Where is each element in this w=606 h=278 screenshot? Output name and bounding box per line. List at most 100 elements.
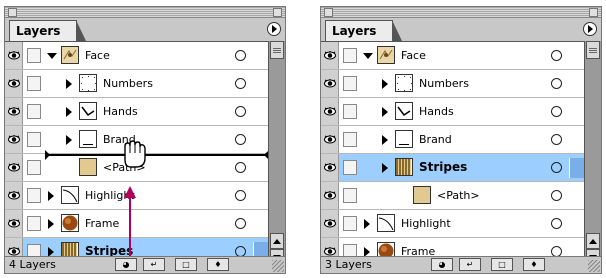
make-clipping-mask-icon[interactable]: ◕: [431, 258, 453, 271]
scroll-up-button[interactable]: [586, 233, 600, 249]
visibility-toggle[interactable]: [5, 210, 23, 237]
layer-row[interactable]: Face: [5, 42, 269, 70]
resize-grip-icon[interactable]: [272, 260, 284, 272]
visibility-toggle[interactable]: [5, 126, 23, 153]
visibility-toggle[interactable]: [5, 42, 23, 69]
lock-toggle[interactable]: [27, 160, 41, 175]
lock-toggle[interactable]: [27, 48, 41, 63]
trash-icon[interactable]: ♦: [523, 258, 545, 271]
scroll-thumb[interactable]: [586, 41, 600, 59]
visibility-toggle[interactable]: [5, 154, 23, 181]
close-box-icon[interactable]: [8, 8, 17, 17]
layer-row[interactable]: Frame: [5, 210, 269, 238]
layer-row[interactable]: Face: [321, 42, 585, 70]
target-circle-icon[interactable]: [235, 162, 246, 173]
layer-name: Numbers: [419, 77, 469, 90]
collapse-triangle-icon[interactable]: [66, 79, 72, 89]
make-clipping-mask-icon[interactable]: ◕: [115, 258, 137, 271]
layer-row[interactable]: Numbers: [5, 70, 269, 98]
zoom-box-icon[interactable]: [589, 8, 598, 17]
new-sublayer-icon[interactable]: ↵: [143, 258, 165, 271]
layer-row[interactable]: Stripes: [321, 154, 585, 182]
visibility-toggle[interactable]: [321, 154, 339, 181]
visibility-toggle[interactable]: [321, 70, 339, 97]
grab-hand-icon: [124, 140, 146, 168]
visibility-toggle[interactable]: [321, 98, 339, 125]
resize-grip-icon[interactable]: [588, 260, 600, 272]
vertical-scrollbar[interactable]: [268, 41, 285, 265]
lock-toggle[interactable]: [343, 160, 357, 175]
eye-icon: [8, 107, 20, 116]
scroll-thumb[interactable]: [270, 41, 284, 59]
target-circle-icon[interactable]: [235, 134, 246, 145]
palette-menu-icon[interactable]: [583, 22, 597, 36]
layer-name: Brand: [419, 133, 452, 146]
collapse-triangle-icon[interactable]: [382, 107, 388, 117]
scroll-up-button[interactable]: [270, 233, 284, 249]
visibility-toggle[interactable]: [321, 210, 339, 237]
lock-toggle[interactable]: [343, 188, 357, 203]
lock-toggle[interactable]: [343, 216, 357, 231]
visibility-toggle[interactable]: [321, 126, 339, 153]
tab-layers[interactable]: Layers: [325, 20, 403, 41]
target-circle-icon[interactable]: [551, 106, 562, 117]
new-layer-icon[interactable]: □: [175, 258, 197, 271]
collapse-triangle-icon[interactable]: [382, 163, 388, 173]
layer-row[interactable]: Numbers: [321, 70, 585, 98]
target-circle-icon[interactable]: [551, 78, 562, 89]
new-layer-icon[interactable]: □: [491, 258, 513, 271]
eye-icon: [324, 219, 336, 228]
target-circle-icon[interactable]: [235, 78, 246, 89]
target-circle-icon[interactable]: [235, 106, 246, 117]
lock-toggle[interactable]: [343, 48, 357, 63]
close-box-icon[interactable]: [324, 8, 333, 17]
lock-toggle[interactable]: [343, 132, 357, 147]
new-sublayer-icon[interactable]: ↵: [459, 258, 481, 271]
collapse-triangle-icon[interactable]: [66, 135, 72, 145]
drag-up-arrow-icon: [124, 186, 136, 258]
trash-icon[interactable]: ♦: [207, 258, 229, 271]
palette-title-bar[interactable]: [321, 7, 601, 18]
palette-menu-icon[interactable]: [267, 22, 281, 36]
lock-toggle[interactable]: [27, 216, 41, 231]
collapse-triangle-icon[interactable]: [382, 79, 388, 89]
layer-row[interactable]: Highlight: [5, 182, 269, 210]
visibility-toggle[interactable]: [321, 42, 339, 69]
lock-toggle[interactable]: [343, 76, 357, 91]
target-circle-icon[interactable]: [551, 50, 562, 61]
tab-layers[interactable]: Layers: [9, 20, 87, 41]
lock-toggle[interactable]: [27, 76, 41, 91]
lock-toggle[interactable]: [27, 188, 41, 203]
layer-row[interactable]: Hands: [5, 98, 269, 126]
lock-toggle[interactable]: [27, 132, 41, 147]
collapse-triangle-icon[interactable]: [66, 107, 72, 117]
collapse-triangle-icon[interactable]: [48, 219, 54, 229]
target-circle-icon[interactable]: [235, 218, 246, 229]
lock-toggle[interactable]: [27, 104, 41, 119]
layer-row[interactable]: Hands: [321, 98, 585, 126]
target-circle-icon[interactable]: [551, 190, 562, 201]
target-circle-icon[interactable]: [551, 134, 562, 145]
collapse-triangle-icon[interactable]: [382, 135, 388, 145]
visibility-toggle[interactable]: [5, 98, 23, 125]
target-circle-icon[interactable]: [235, 190, 246, 201]
layer-thumbnail: [395, 130, 413, 148]
visibility-toggle[interactable]: [5, 182, 23, 209]
lock-toggle[interactable]: [343, 104, 357, 119]
target-circle-icon[interactable]: [551, 162, 562, 173]
palette-title-bar[interactable]: [5, 7, 285, 18]
target-circle-icon[interactable]: [551, 218, 562, 229]
layer-row[interactable]: Highlight: [321, 210, 585, 238]
layer-row[interactable]: Brand: [321, 126, 585, 154]
collapse-triangle-icon[interactable]: [48, 191, 54, 201]
palette-tab-row: Layers: [5, 18, 285, 41]
layer-row[interactable]: <Path>: [321, 182, 585, 210]
visibility-toggle[interactable]: [321, 182, 339, 209]
expand-triangle-icon[interactable]: [363, 53, 373, 59]
collapse-triangle-icon[interactable]: [364, 219, 370, 229]
target-circle-icon[interactable]: [235, 50, 246, 61]
visibility-toggle[interactable]: [5, 70, 23, 97]
expand-triangle-icon[interactable]: [47, 53, 57, 59]
vertical-scrollbar[interactable]: [584, 41, 601, 265]
zoom-box-icon[interactable]: [273, 8, 282, 17]
